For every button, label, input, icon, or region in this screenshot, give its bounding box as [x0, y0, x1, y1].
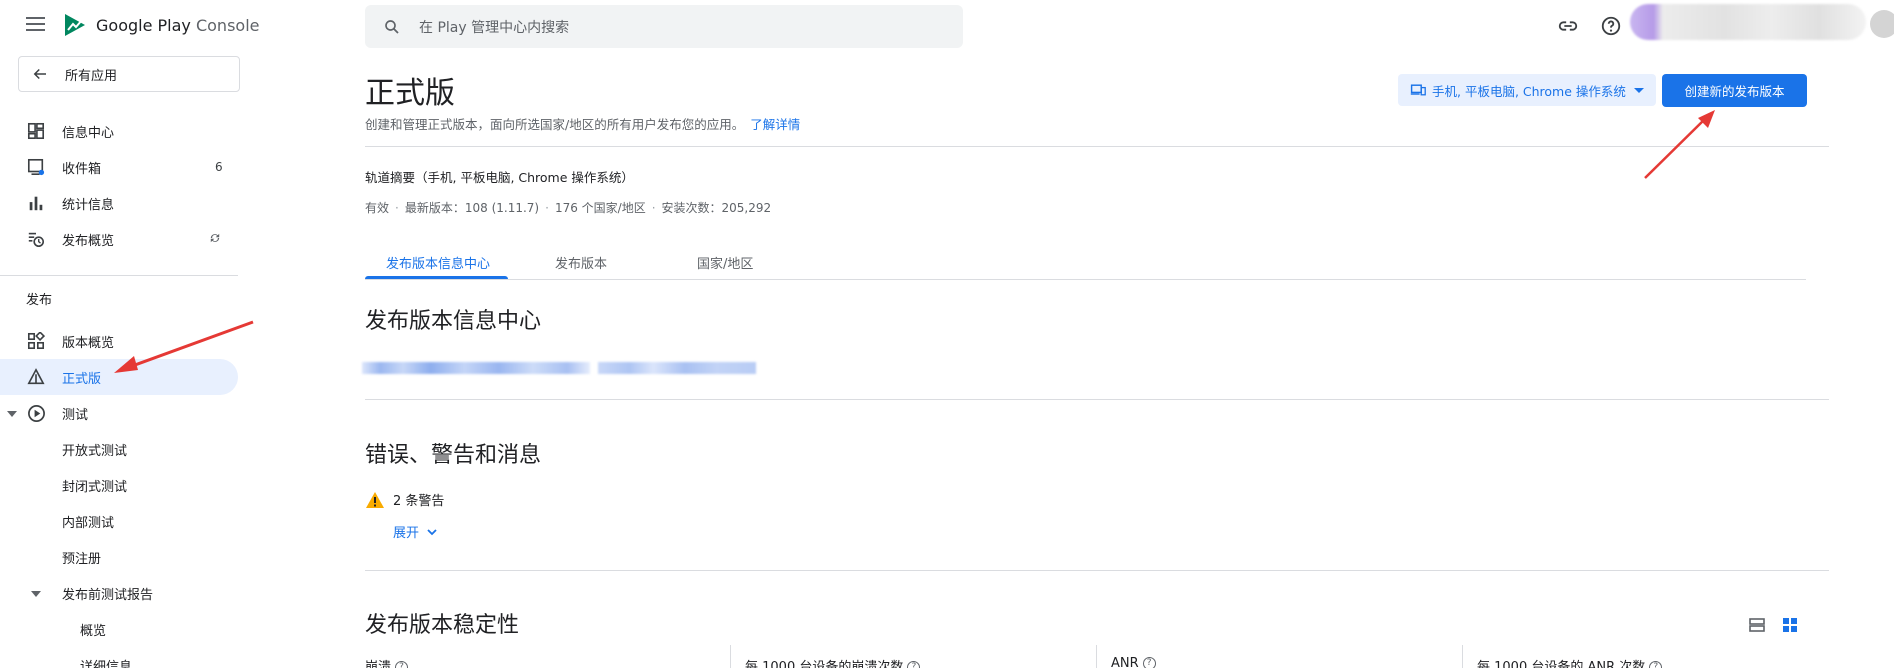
sidebar-item-label: 概览	[80, 623, 107, 639]
sidebar-section-release: 发布	[26, 293, 53, 308]
metric-crashes: 崩溃?	[365, 656, 409, 668]
sidebar-item-label: 开放式测试	[62, 443, 128, 459]
metric-divider	[1462, 645, 1463, 668]
search-input[interactable]: 在 Play 管理中心内搜索	[365, 5, 963, 48]
help-icon[interactable]: ?	[1142, 657, 1156, 668]
tab-countries-regions[interactable]: 国家/地区	[697, 253, 753, 272]
bar-chart-icon	[26, 193, 46, 213]
sidebar-item-statistics[interactable]: 统计信息	[0, 185, 238, 221]
search-icon	[385, 19, 399, 34]
all-apps-button[interactable]: 所有应用	[18, 56, 240, 92]
metric-divider	[1096, 645, 1097, 668]
warnings-count: 2 条警告	[393, 494, 445, 509]
help-icon[interactable]	[1600, 15, 1622, 37]
latest-release: 最新版本：108 (1.11.7)	[404, 201, 540, 215]
sidebar-item-label: 预注册	[62, 551, 102, 567]
expand-button[interactable]: 展开	[393, 522, 439, 541]
redacted-release-info	[362, 362, 590, 374]
sidebar-item-open-testing[interactable]: 开放式测试	[0, 431, 238, 467]
sidebar-item-label: 封闭式测试	[62, 479, 128, 495]
device-select-label: 手机, 平板电脑, Chrome 操作系统	[1432, 83, 1626, 99]
sidebar-item-label: 收件箱	[62, 161, 102, 177]
menu-icon[interactable]	[26, 17, 45, 31]
divider	[365, 570, 1829, 571]
section-title-release-stability: 发布版本稳定性	[365, 613, 520, 638]
sidebar-item-overview[interactable]: 概览	[0, 611, 238, 647]
production-icon	[26, 367, 46, 387]
sidebar-item-label: 详细信息	[80, 659, 133, 668]
sidebar-item-label: 发布概览	[62, 233, 115, 249]
inbox-count: 6	[215, 160, 223, 174]
sidebar-item-label: 测试	[62, 407, 89, 423]
track-status: 有效	[365, 201, 390, 215]
section-title-release-dashboard: 发布版本信息中心	[365, 309, 542, 334]
annotation-arrow-icon	[1644, 110, 1715, 179]
publishing-overview-icon	[26, 229, 46, 249]
sidebar-item-pre-launch-report[interactable]: 发布前测试报告	[0, 575, 238, 611]
help-icon[interactable]: ?	[395, 661, 409, 668]
help-icon[interactable]: ?	[1649, 661, 1663, 668]
dropdown-arrow-icon	[1633, 87, 1644, 93]
redacted-release-info	[598, 362, 756, 374]
testing-icon	[26, 403, 46, 423]
sidebar-item-publishing-overview[interactable]: 发布概览	[0, 221, 238, 257]
learn-more-link[interactable]: 了解详情	[750, 117, 800, 132]
dashboard-icon	[26, 121, 46, 141]
help-icon[interactable]: ?	[907, 661, 921, 668]
sidebar-item-dashboard[interactable]: 信息中心	[0, 113, 238, 149]
sidebar-item-label: 正式版	[62, 371, 102, 387]
chevron-down-icon	[427, 528, 437, 535]
sidebar-item-label: 信息中心	[62, 125, 115, 141]
arrow-back-icon	[33, 68, 46, 80]
sidebar-item-internal-testing[interactable]: 内部测试	[0, 503, 238, 539]
section-title-errors-warnings: 错误、警告和消息	[365, 443, 542, 468]
logo-text: Google Play Console	[96, 15, 260, 35]
create-new-release-button[interactable]: 创建新的发布版本	[1662, 74, 1807, 107]
tab-releases[interactable]: 发布版本	[555, 253, 607, 272]
play-console-logo-icon	[65, 14, 85, 36]
sidebar-divider	[0, 275, 238, 276]
tab-release-dashboard[interactable]: 发布版本信息中心	[386, 253, 490, 272]
account-switcher[interactable]	[1630, 4, 1866, 40]
sidebar-item-label: 版本概览	[62, 335, 115, 351]
link-icon[interactable]	[1557, 15, 1579, 37]
warnings-summary: 2 条警告	[365, 490, 444, 509]
warning-icon	[366, 491, 384, 508]
sidebar-item-closed-testing[interactable]: 封闭式测试	[0, 467, 238, 503]
install-count: 安装次数：205,292	[661, 201, 772, 215]
expand-label: 展开	[393, 526, 420, 541]
tabs-divider	[365, 279, 1806, 280]
metric-crashes-per-1000: 每 1000 台设备的崩溃次数?	[745, 656, 921, 668]
divider	[365, 146, 1829, 147]
sidebar-item-pre-registration[interactable]: 预注册	[0, 539, 238, 575]
metric-divider	[730, 645, 731, 668]
sidebar-item-testing[interactable]: 测试	[0, 395, 238, 431]
track-stats: 有效 · 最新版本：108 (1.11.7) · 176 个国家/地区 · 安装次数：205…	[365, 201, 772, 215]
release-overview-icon	[26, 331, 46, 351]
google-play-console-logo[interactable]: Google Play Console	[62, 12, 259, 38]
sidebar-item-label: 发布前测试报告	[62, 587, 154, 603]
devices-icon	[1410, 84, 1426, 96]
track-summary: 轨道摘要（手机, 平板电脑, Chrome 操作系统）	[365, 170, 634, 185]
page-title: 正式版	[365, 76, 455, 111]
sidebar-item-details[interactable]: 详细信息	[0, 647, 238, 668]
page-description: 创建和管理正式版本，面向所选国家/地区的所有用户发布您的应用。 了解详情	[365, 114, 800, 133]
sidebar-item-label: 内部测试	[62, 515, 115, 531]
sync-icon	[208, 231, 222, 248]
country-count: 176 个国家/地区	[554, 201, 646, 215]
annotation-arrow-icon	[114, 320, 254, 373]
metric-anr: ANR?	[1111, 656, 1156, 668]
all-apps-label: 所有应用	[65, 68, 118, 84]
metric-anr-per-1000: 每 1000 台设备的 ANR 次数?	[1477, 656, 1663, 668]
sidebar-item-inbox[interactable]: 收件箱 6	[0, 149, 238, 185]
divider	[365, 399, 1829, 400]
sidebar-item-label: 统计信息	[62, 197, 115, 213]
page-description-text: 创建和管理正式版本，面向所选国家/地区的所有用户发布您的应用。	[365, 117, 745, 132]
avatar[interactable]	[1870, 10, 1894, 38]
device-type-select[interactable]: 手机, 平板电脑, Chrome 操作系统	[1398, 74, 1656, 106]
search-placeholder: 在 Play 管理中心内搜索	[419, 19, 570, 36]
inbox-icon	[26, 157, 46, 177]
list-view-icon[interactable]	[1748, 616, 1766, 634]
grid-view-icon[interactable]	[1781, 616, 1799, 634]
